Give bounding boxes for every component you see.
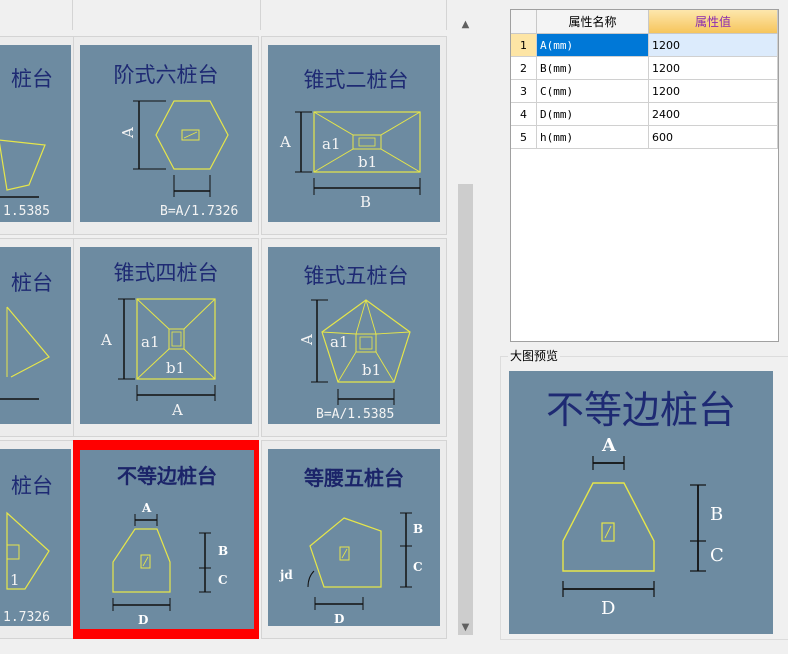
tile-title: 锥式四桩台 xyxy=(114,261,219,285)
large-preview-image: 不等边桩台 A B C D xyxy=(509,371,773,634)
dim-label: 1 xyxy=(10,571,20,589)
dim-label-a1: a1 xyxy=(141,333,160,351)
dim-label-a: A xyxy=(279,133,291,151)
pile-cap-gallery: 桩台 1.5385 阶式六桩台 A B=A/1.7326 锥式二桩台 a1 b1… xyxy=(0,0,456,654)
tile-title: 锥式五桩台 xyxy=(304,264,409,288)
preview-title: 不等边桩台 xyxy=(546,388,736,432)
tile-partial-2[interactable]: 桩台 xyxy=(0,238,78,437)
tile-image: 阶式六桩台 A B=A/1.7326 xyxy=(80,45,252,222)
property-value-cell[interactable]: 600 xyxy=(648,125,778,149)
tile-image: 不等边桩台 A B C D xyxy=(80,450,254,629)
dim-label-a: A xyxy=(141,501,152,515)
dim-label-a: A xyxy=(119,127,137,139)
dim-label-c: C xyxy=(413,560,423,574)
tile-image: 桩台 1.5385 xyxy=(0,45,71,222)
property-name-cell[interactable]: A(mm) xyxy=(536,33,649,57)
row-index: 1 xyxy=(511,33,537,57)
dim-label-b1: b1 xyxy=(358,153,377,171)
tile-image: 锥式四桩台 a1 b1 A A xyxy=(80,247,252,424)
tile-caption: B=A/1.7326 xyxy=(160,204,238,219)
dim-label-b1: b1 xyxy=(362,361,381,379)
table-row[interactable]: 5 h(mm) 600 xyxy=(511,125,778,149)
preview-legend: 大图预览 xyxy=(508,347,561,364)
dim-label-b: B xyxy=(360,193,371,211)
tile-image: 等腰五桩台 B C jd D xyxy=(268,449,440,626)
dim-label-jd: jd xyxy=(279,568,293,582)
row-index: 5 xyxy=(511,125,537,149)
property-grid: 属性名称 属性值 1 A(mm) 1200 2 B(mm) 1200 3 C(m… xyxy=(510,9,779,342)
tile-cone-four-pile-cap[interactable]: 锥式四桩台 a1 b1 A A xyxy=(73,238,259,437)
tile-title: 桩台 xyxy=(11,474,53,498)
property-name-cell[interactable]: C(mm) xyxy=(536,79,649,103)
scroll-down-arrow-icon[interactable]: ▼ xyxy=(456,619,475,636)
dim-label-b1: b1 xyxy=(166,359,185,377)
property-name-cell[interactable]: h(mm) xyxy=(536,125,649,149)
table-row[interactable]: 1 A(mm) 1200 xyxy=(511,33,778,57)
tile-title: 不等边桩台 xyxy=(117,464,217,488)
dim-label-b: B xyxy=(218,544,228,558)
tile-image: 锥式二桩台 a1 b1 A B xyxy=(268,45,440,222)
gallery-divider xyxy=(260,0,261,30)
property-value-cell[interactable]: 1200 xyxy=(648,56,778,80)
dim-label-c: C xyxy=(218,573,228,587)
column-header-name[interactable]: 属性名称 xyxy=(536,10,649,34)
tile-title: 等腰五桩台 xyxy=(304,466,404,490)
dim-label-a: A xyxy=(298,334,316,346)
tile-isosceles-five-pile-cap[interactable]: 等腰五桩台 B C jd D xyxy=(261,440,447,639)
dim-label-d: D xyxy=(334,612,344,626)
property-name-cell[interactable]: D(mm) xyxy=(536,102,649,126)
dim-label-d: D xyxy=(138,613,148,627)
tile-image: 锥式五桩台 a1 b1 A B=A/1.5385 xyxy=(268,247,440,424)
dim-label-a1: a1 xyxy=(322,135,341,153)
tile-title: 桩台 xyxy=(11,67,53,91)
tile-caption: 1.5385 xyxy=(3,204,50,219)
gallery-divider xyxy=(72,0,73,30)
gallery-scrollbar[interactable]: ▲ ▼ xyxy=(456,16,475,636)
tile-cone-two-pile-cap[interactable]: 锥式二桩台 a1 b1 A B xyxy=(261,36,447,235)
table-row[interactable]: 4 D(mm) 2400 xyxy=(511,102,778,126)
property-value-cell[interactable]: 1200 xyxy=(648,33,778,57)
tile-cone-five-pile-cap[interactable]: 锥式五桩台 a1 b1 A B=A/1.5385 xyxy=(261,238,447,437)
tile-partial-3[interactable]: 桩台 1 1.7326 xyxy=(0,440,78,639)
tile-partial-1[interactable]: 桩台 1.5385 xyxy=(0,36,78,235)
tile-title: 锥式二桩台 xyxy=(304,68,409,92)
scrollbar-thumb[interactable] xyxy=(458,184,473,635)
scroll-up-arrow-icon[interactable]: ▲ xyxy=(456,16,475,33)
row-index: 3 xyxy=(511,79,537,103)
dim-label-a1: a1 xyxy=(330,333,349,351)
row-index: 4 xyxy=(511,102,537,126)
gallery-divider xyxy=(446,0,447,30)
dim-label-b: B xyxy=(413,522,423,536)
table-row[interactable]: 3 C(mm) 1200 xyxy=(511,79,778,103)
tile-caption: B=A/1.5385 xyxy=(316,407,394,422)
preview-label-c: C xyxy=(710,545,724,566)
row-index: 2 xyxy=(511,56,537,80)
tile-image: 桩台 xyxy=(0,247,71,424)
tile-stepped-six-pile-cap[interactable]: 阶式六桩台 A B=A/1.7326 xyxy=(73,36,259,235)
tile-image: 桩台 1 1.7326 xyxy=(0,449,71,626)
dim-label-a-bottom: A xyxy=(171,401,183,419)
preview-label-a: A xyxy=(601,435,617,456)
dim-label-a: A xyxy=(100,331,112,349)
row-header-corner xyxy=(511,10,537,34)
tile-title: 阶式六桩台 xyxy=(114,63,219,87)
table-row[interactable]: 2 B(mm) 1200 xyxy=(511,56,778,80)
tile-title: 桩台 xyxy=(11,271,53,295)
tile-caption: 1.7326 xyxy=(3,610,50,625)
preview-label-d: D xyxy=(601,598,615,619)
property-value-cell[interactable]: 1200 xyxy=(648,79,778,103)
property-value-cell[interactable]: 2400 xyxy=(648,102,778,126)
preview-label-b: B xyxy=(710,504,723,525)
tile-unequal-pile-cap[interactable]: 不等边桩台 A B C D xyxy=(73,440,259,639)
property-name-cell[interactable]: B(mm) xyxy=(536,56,649,80)
column-header-value[interactable]: 属性值 xyxy=(648,10,778,34)
